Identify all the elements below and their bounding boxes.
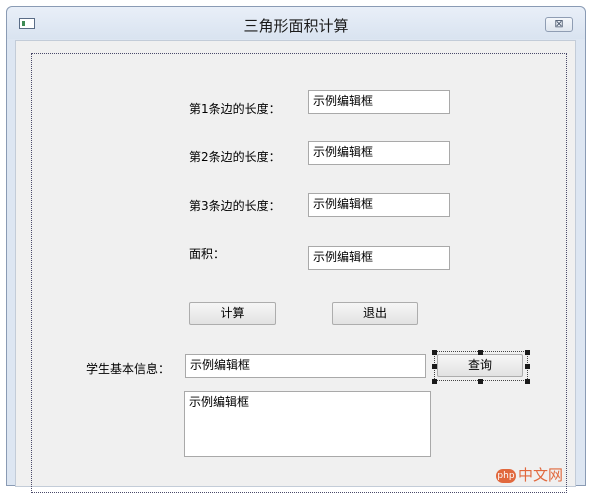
exit-button[interactable]: 退出 — [332, 302, 418, 325]
window-title: 三角形面积计算 — [243, 17, 349, 35]
resize-handle-e[interactable] — [525, 364, 530, 369]
dialog-window: 三角形面积计算 ⊠ 第1条边的长度： 示例编辑框 第2条边的长度： 示例编辑框 … — [6, 6, 586, 493]
watermark-badge: php — [496, 468, 516, 483]
resize-handle-se[interactable] — [525, 379, 530, 384]
side3-input[interactable]: 示例编辑框 — [308, 193, 450, 217]
resize-handle-n[interactable] — [478, 350, 483, 355]
resize-handle-ne[interactable] — [525, 350, 530, 355]
dialog-client-area: 第1条边的长度： 示例编辑框 第2条边的长度： 示例编辑框 第3条边的长度： 示… — [15, 40, 576, 493]
watermark-text: 中文网 — [518, 466, 564, 484]
student-info-input[interactable]: 示例编辑框 — [185, 354, 426, 378]
student-info-textarea[interactable]: 示例编辑框 — [184, 391, 431, 457]
resize-handle-nw[interactable] — [432, 350, 437, 355]
side1-label: 第1条边的长度： — [189, 102, 281, 116]
side2-label: 第2条边的长度： — [189, 150, 281, 164]
side2-input[interactable]: 示例编辑框 — [308, 141, 450, 165]
area-output[interactable]: 示例编辑框 — [308, 246, 450, 270]
side3-label: 第3条边的长度： — [189, 199, 281, 213]
area-label: 面积： — [189, 247, 226, 261]
resize-handle-s[interactable] — [478, 379, 483, 384]
query-button[interactable]: 查询 — [437, 354, 523, 377]
close-button[interactable]: ⊠ — [545, 17, 573, 32]
close-icon: ⊠ — [554, 17, 564, 30]
calculate-button[interactable]: 计算 — [189, 302, 276, 325]
student-info-label: 学生基本信息： — [86, 362, 171, 376]
title-bar[interactable]: 三角形面积计算 ⊠ — [7, 7, 585, 39]
resize-handle-w[interactable] — [432, 364, 437, 369]
resize-handle-sw[interactable] — [432, 379, 437, 384]
site-watermark: php 中文网 — [496, 464, 563, 485]
side1-input[interactable]: 示例编辑框 — [308, 90, 450, 114]
